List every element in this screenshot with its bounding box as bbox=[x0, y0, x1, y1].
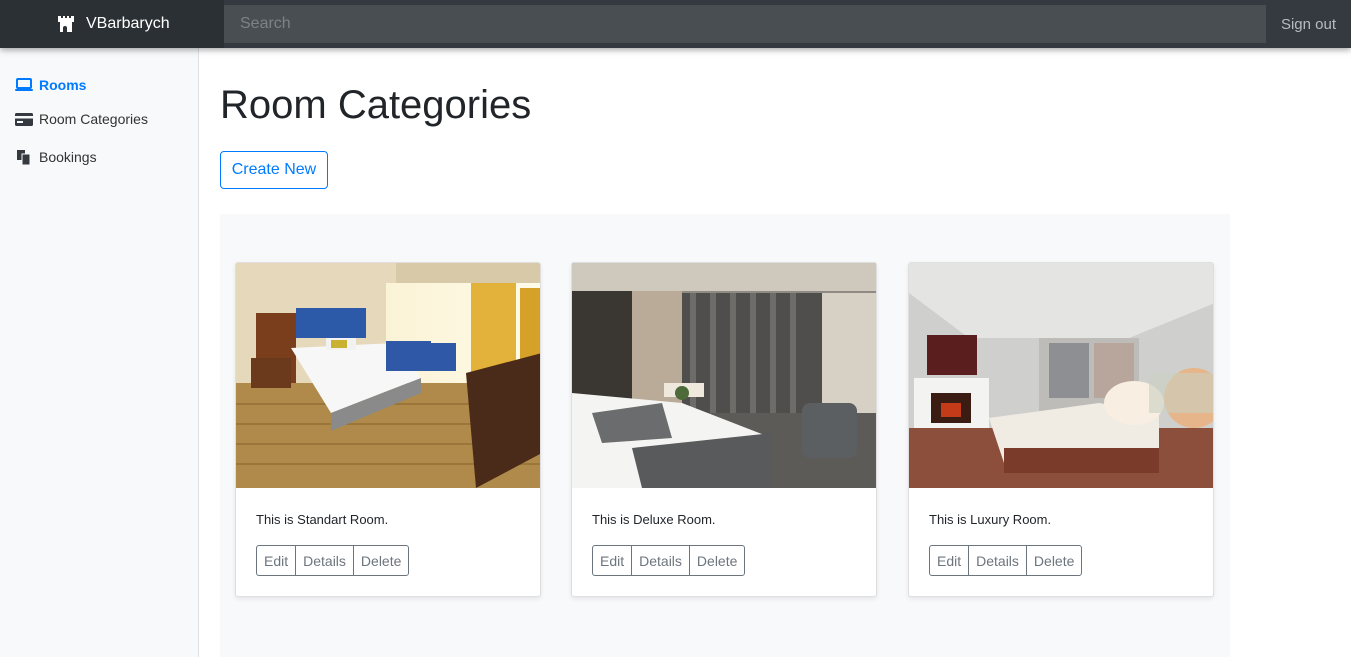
sidebar-item-room-categories[interactable]: Room Categories bbox=[0, 100, 198, 138]
delete-button[interactable]: Delete bbox=[1025, 546, 1081, 575]
room-description: This is Luxury Room. bbox=[929, 512, 1052, 527]
delete-button[interactable]: Delete bbox=[688, 546, 744, 575]
sidebar: Rooms Room Categories Bookings bbox=[0, 48, 199, 657]
room-description: This is Standart Room. bbox=[256, 512, 389, 527]
top-navbar: VBarbarych Sign out bbox=[0, 0, 1351, 48]
room-image bbox=[572, 263, 876, 488]
room-card-luxury: This is Luxury Room. Edit Details Delete bbox=[908, 262, 1214, 597]
create-new-button[interactable]: Create New bbox=[220, 151, 328, 189]
brand[interactable]: VBarbarych bbox=[0, 0, 224, 48]
details-button[interactable]: Details bbox=[295, 546, 353, 575]
room-card-deluxe: This is Deluxe Room. Edit Details Delete bbox=[571, 262, 877, 597]
delete-button[interactable]: Delete bbox=[352, 546, 408, 575]
card-actions: Edit Details Delete bbox=[592, 545, 746, 576]
copy-icon bbox=[15, 149, 33, 165]
sidebar-item-label: Bookings bbox=[39, 149, 97, 165]
brand-name: VBarbarych bbox=[86, 15, 170, 32]
laptop-icon bbox=[15, 78, 33, 92]
edit-button[interactable]: Edit bbox=[257, 546, 295, 575]
room-image bbox=[909, 263, 1213, 488]
details-button[interactable]: Details bbox=[968, 546, 1026, 575]
sidebar-item-rooms[interactable]: Rooms bbox=[0, 70, 198, 100]
room-card-standart: This is Standart Room. Edit Details Dele… bbox=[235, 262, 541, 597]
credit-card-icon bbox=[15, 112, 33, 126]
room-image bbox=[236, 263, 540, 488]
sidebar-item-label: Room Categories bbox=[39, 111, 148, 127]
search-input[interactable] bbox=[224, 5, 1266, 43]
room-category-album: This is Standart Room. Edit Details Dele… bbox=[220, 214, 1230, 657]
room-description: This is Deluxe Room. bbox=[592, 512, 716, 527]
castle-icon bbox=[58, 16, 74, 32]
sign-out-link[interactable]: Sign out bbox=[1266, 0, 1351, 48]
card-actions: Edit Details Delete bbox=[929, 545, 1083, 576]
edit-button[interactable]: Edit bbox=[930, 546, 968, 575]
card-actions: Edit Details Delete bbox=[256, 545, 410, 576]
sidebar-item-bookings[interactable]: Bookings bbox=[0, 138, 198, 176]
details-button[interactable]: Details bbox=[631, 546, 689, 575]
main-content: Room Categories Create New This is Stand… bbox=[220, 48, 1351, 657]
page-title: Room Categories bbox=[220, 83, 532, 127]
sidebar-item-label: Rooms bbox=[39, 77, 87, 93]
edit-button[interactable]: Edit bbox=[593, 546, 631, 575]
